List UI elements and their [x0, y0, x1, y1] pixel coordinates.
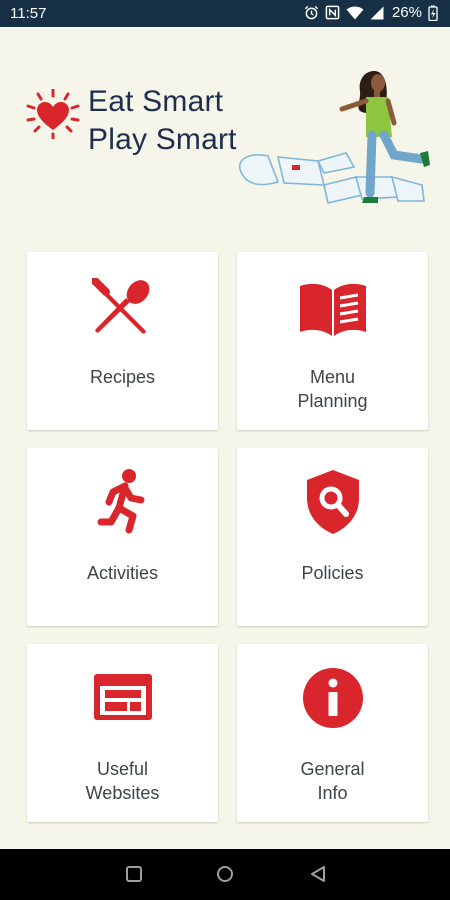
tile-label-recipes: Recipes [89, 367, 156, 387]
shield-search-icon [306, 470, 359, 534]
status-icons: 26% [304, 4, 438, 21]
policies-tile[interactable]: Policies [237, 448, 428, 626]
general-info-tile[interactable]: General Info [237, 644, 428, 822]
wifi-icon [346, 6, 364, 19]
heart-sun-icon [26, 89, 80, 139]
fork-spoon-icon [91, 278, 149, 334]
tile-label-menu-planning: Menu Planning [297, 367, 368, 411]
recents-icon[interactable] [125, 865, 143, 883]
battery-charging-icon [428, 5, 438, 21]
status-time: 11:57 [10, 5, 47, 22]
app-title-line2: Play Smart [88, 123, 237, 156]
browser-window-icon [93, 674, 152, 720]
tile-label-activities: Activities [86, 563, 158, 583]
alarm-icon [304, 5, 319, 20]
tile-label-useful-websites: Useful Websites [85, 759, 160, 803]
system-nav-bar [0, 849, 450, 900]
tile-label-general-info: General Info [300, 759, 365, 803]
activities-tile[interactable]: Activities [27, 448, 218, 626]
nfc-icon [325, 5, 340, 20]
app-header: Eat Smart Play Smart [0, 27, 450, 227]
running-person-icon [97, 469, 144, 534]
app-title-line1: Eat Smart [88, 85, 224, 118]
info-icon [302, 668, 363, 728]
back-icon[interactable] [309, 865, 327, 883]
status-bar: 11:57 26% [0, 0, 450, 27]
signal-icon [370, 6, 384, 19]
home-icon[interactable] [216, 865, 234, 883]
app-title: Eat Smart Play Smart [88, 83, 237, 159]
menu-planning-tile[interactable]: Menu Planning [237, 252, 428, 430]
girl-hopscotch-illustration [239, 71, 430, 204]
useful-websites-tile[interactable]: Useful Websites [27, 644, 218, 822]
tile-label-policies: Policies [301, 563, 364, 583]
battery-percent: 26% [391, 4, 422, 21]
recipes-tile[interactable]: Recipes [27, 252, 218, 430]
open-book-icon [299, 283, 366, 336]
